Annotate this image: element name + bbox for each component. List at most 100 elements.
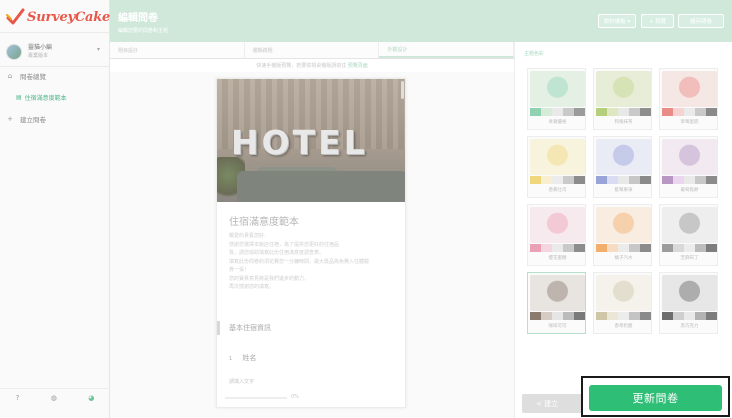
theme-swatches	[530, 244, 585, 252]
color-swatch	[563, 312, 574, 320]
preview-scrollbar[interactable]	[401, 81, 404, 99]
user-menu[interactable]: 靈貓小編 專業版本 ▾	[6, 41, 106, 63]
nav-label: 建立問卷	[20, 116, 46, 124]
color-swatch	[673, 176, 684, 184]
color-swatch	[541, 244, 552, 252]
survey-description: 親愛的貴賓您好： 感謝您選擇本飯店住宿，為了提供您更好的住宿品 質，請您協助填寫…	[229, 233, 370, 290]
theme-option[interactable]: 草莓蛋糕	[659, 68, 718, 130]
theme-name: 芝麻布丁	[680, 256, 699, 261]
question-label: 姓名	[242, 354, 257, 362]
notice-text: 快速手機版預覽，若要檢視桌機版請前往	[256, 63, 347, 69]
color-swatch	[640, 244, 651, 252]
theme-swatches	[662, 244, 717, 252]
color-swatch	[563, 108, 574, 116]
editor-tabs: 題目設計 邏輯跳題 外觀設計	[110, 42, 515, 59]
theme-swatches	[596, 312, 651, 320]
color-swatch	[574, 176, 585, 184]
help-icon[interactable]: ?	[16, 394, 20, 402]
color-swatch	[530, 108, 541, 116]
theme-thumbnail	[530, 275, 585, 311]
chat-icon[interactable]: ◕	[88, 394, 94, 402]
preview-button[interactable]: + 預覽	[641, 14, 674, 28]
tab-question-design[interactable]: 題目設計	[110, 42, 245, 58]
theme-option[interactable]: 青蘋優格	[527, 68, 586, 130]
theme-option[interactable]: 葡萄鬆餅	[659, 136, 718, 198]
color-swatch	[596, 244, 607, 252]
theme-option[interactable]: 橘子汽水	[593, 204, 652, 266]
logo-text: SurveyCake	[27, 9, 111, 25]
update-highlight-box: 更新問卷	[581, 376, 730, 417]
theme-thumbnail	[596, 139, 651, 175]
sidebar-divider	[0, 66, 110, 67]
theme-option[interactable]: 香蕉吐司	[527, 136, 586, 198]
color-swatch	[552, 312, 563, 320]
theme-swatches	[662, 312, 717, 320]
theme-name: 香蕉吐司	[548, 188, 567, 193]
color-swatch	[695, 108, 706, 116]
theme-option[interactable]: 香草奶酪	[593, 272, 652, 334]
color-swatch	[695, 176, 706, 184]
theme-option[interactable]: 櫻花蜜糖	[527, 204, 586, 266]
theme-swatches	[596, 108, 651, 116]
color-swatch	[662, 312, 673, 320]
color-swatch	[706, 176, 717, 184]
update-survey-button[interactable]: 更新問卷	[589, 385, 722, 411]
question-title: 1 姓名	[229, 353, 256, 363]
color-swatch	[552, 176, 563, 184]
theme-name: 黑巧克力	[680, 324, 699, 329]
sidebar: SurveyCake 靈貓小編 專業版本 ▾ ⌂ 問卷總覽 ▤ 住宿滿意度範本 …	[0, 0, 110, 418]
color-swatch	[607, 176, 618, 184]
sidebar-divider	[0, 32, 110, 33]
theme-swatches	[530, 176, 585, 184]
theme-option[interactable]: 黑巧克力	[659, 272, 718, 334]
theme-thumbnail	[530, 139, 585, 175]
color-swatch	[695, 244, 706, 252]
color-swatch	[684, 176, 695, 184]
color-swatch	[629, 176, 640, 184]
question-number: 1	[229, 356, 233, 362]
theme-thumbnail	[662, 207, 717, 243]
color-swatch	[706, 312, 717, 320]
color-swatch	[541, 108, 552, 116]
theme-name: 和風抹茶	[614, 120, 633, 125]
plus-icon: +	[7, 115, 13, 123]
color-swatch	[695, 312, 706, 320]
tab-appearance[interactable]: 外觀設計	[379, 42, 515, 58]
nav-current-survey[interactable]: ▤ 住宿滿意度範本	[0, 89, 110, 105]
globe-icon[interactable]: ◍	[51, 394, 57, 402]
color-swatch	[640, 312, 651, 320]
hero-image: HOTEL	[217, 79, 405, 202]
theme-thumbnail	[596, 71, 651, 107]
color-swatch	[530, 176, 541, 184]
home-icon: ⌂	[7, 72, 13, 80]
editor-header: 編輯問卷 編輯您要的問卷和主題 設計樣板 ▾ + 預覽 儲存問卷	[110, 0, 732, 42]
color-swatch	[629, 108, 640, 116]
theme-thumbnail	[662, 71, 717, 107]
save-survey-button[interactable]: 儲存問卷	[678, 14, 724, 28]
theme-swatches	[596, 244, 651, 252]
color-swatch	[673, 108, 684, 116]
answer-input[interactable]: 請填入文字	[229, 378, 254, 385]
theme-option[interactable]: 和風抹茶	[593, 68, 652, 130]
color-swatch	[684, 108, 695, 116]
mobile-preview[interactable]: HOTEL 住宿滿意度範本 親愛的貴賓您好： 感謝您選擇本飯店住宿，為了提供您更…	[216, 78, 406, 408]
logo[interactable]: SurveyCake	[5, 6, 110, 28]
design-template-button[interactable]: 設計樣板 ▾	[598, 14, 636, 28]
color-swatch	[618, 176, 629, 184]
theme-option[interactable]: 芝麻布丁	[659, 204, 718, 266]
color-swatch	[552, 108, 563, 116]
color-swatch	[574, 244, 585, 252]
theme-option[interactable]: 藍莓果凍	[593, 136, 652, 198]
theme-swatches	[530, 312, 585, 320]
nav-create-survey[interactable]: + 建立問卷	[0, 111, 110, 127]
preview-page-link[interactable]: 預覽頁面	[348, 63, 368, 69]
back-button[interactable]: < 建立	[522, 394, 582, 413]
theme-option[interactable]: 咖啡可可	[527, 272, 586, 334]
progress-bar	[225, 397, 287, 399]
color-swatch	[618, 312, 629, 320]
tab-logic[interactable]: 邏輯跳題	[245, 42, 380, 58]
color-swatch	[607, 244, 618, 252]
nav-survey-overview[interactable]: ⌂ 問卷總覽	[0, 68, 110, 84]
section-heading: 基本住宿資訊	[217, 321, 405, 335]
theme-thumbnail	[596, 275, 651, 311]
